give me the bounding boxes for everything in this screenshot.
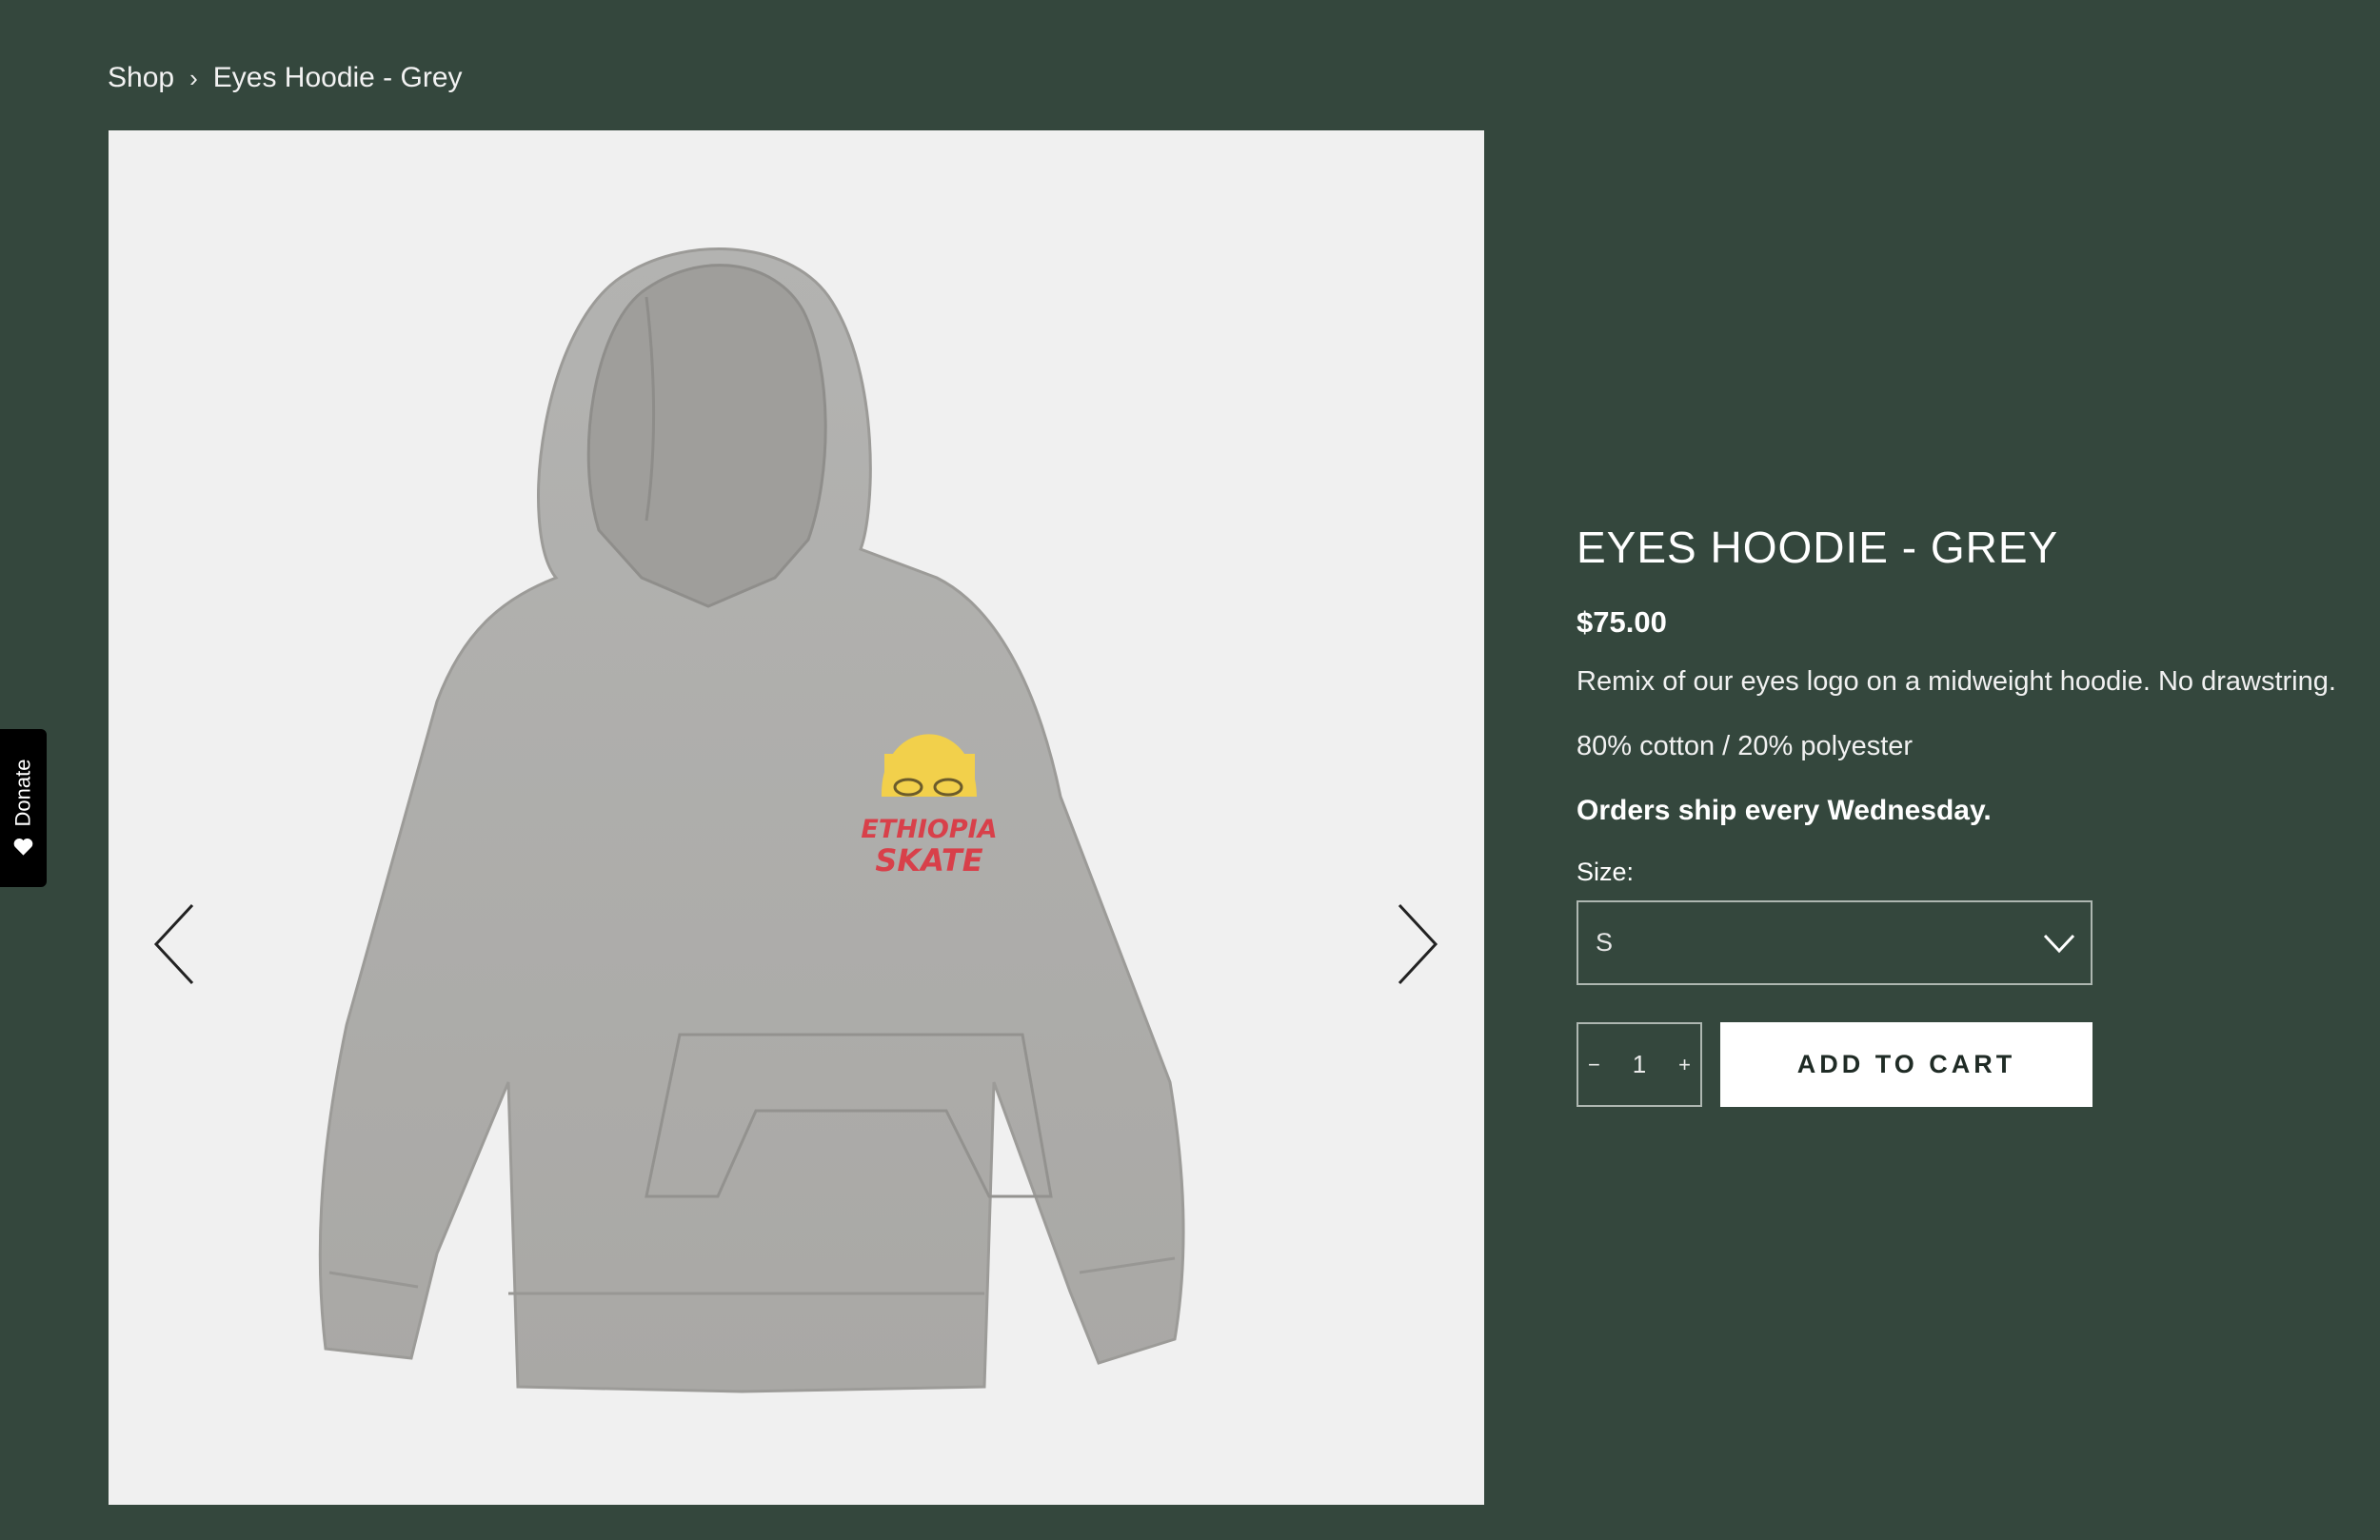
product-page: Shop › Eyes Hoodie - Grey Donate ETHIOPI… [0,0,2380,1540]
product-gallery: ETHIOPIA SKATE [109,130,1484,1505]
purchase-row: − 1 + ADD TO CART [1577,1022,2338,1107]
chevron-left-icon [153,903,194,985]
donate-tab[interactable]: Donate [0,729,47,887]
donate-label: Donate [10,759,35,827]
add-to-cart-button[interactable]: ADD TO CART [1720,1022,2092,1107]
product-price: $75.00 [1577,605,1667,639]
product-description: Remix of our eyes logo on a midweight ho… [1577,666,2336,697]
heart-icon [13,839,33,856]
product-material: 80% cotton / 20% polyester [1577,731,1914,761]
breadcrumb-separator: › [189,64,198,92]
svg-text:ETHIOPIA: ETHIOPIA [861,815,997,844]
breadcrumb: Shop › Eyes Hoodie - Grey [108,59,463,97]
size-select-value: S [1596,928,1614,957]
chevron-right-icon [1398,903,1438,985]
quantity-stepper[interactable]: − 1 + [1577,1022,1702,1107]
quantity-increase-button[interactable]: + [1678,1053,1691,1077]
chevron-down-icon [2043,934,2075,953]
gallery-prev-button[interactable] [150,901,208,987]
size-label: Size: [1577,858,1635,886]
breadcrumb-shop-link[interactable]: Shop [108,59,174,97]
svg-text:SKATE: SKATE [875,842,982,879]
shipping-note: Orders ship every Wednesday. [1577,795,1992,826]
product-image: ETHIOPIA SKATE [318,247,1185,1393]
product-title: EYES HOODIE - GREY [1577,523,2059,572]
breadcrumb-current: Eyes Hoodie - Grey [212,62,463,93]
quantity-value[interactable]: 1 [1633,1050,1646,1079]
product-info: EYES HOODIE - GREY $75.00 Remix of our e… [1577,514,2338,1107]
gallery-next-button[interactable] [1384,901,1441,987]
size-select[interactable]: S [1577,900,2092,985]
quantity-decrease-button[interactable]: − [1588,1053,1600,1077]
